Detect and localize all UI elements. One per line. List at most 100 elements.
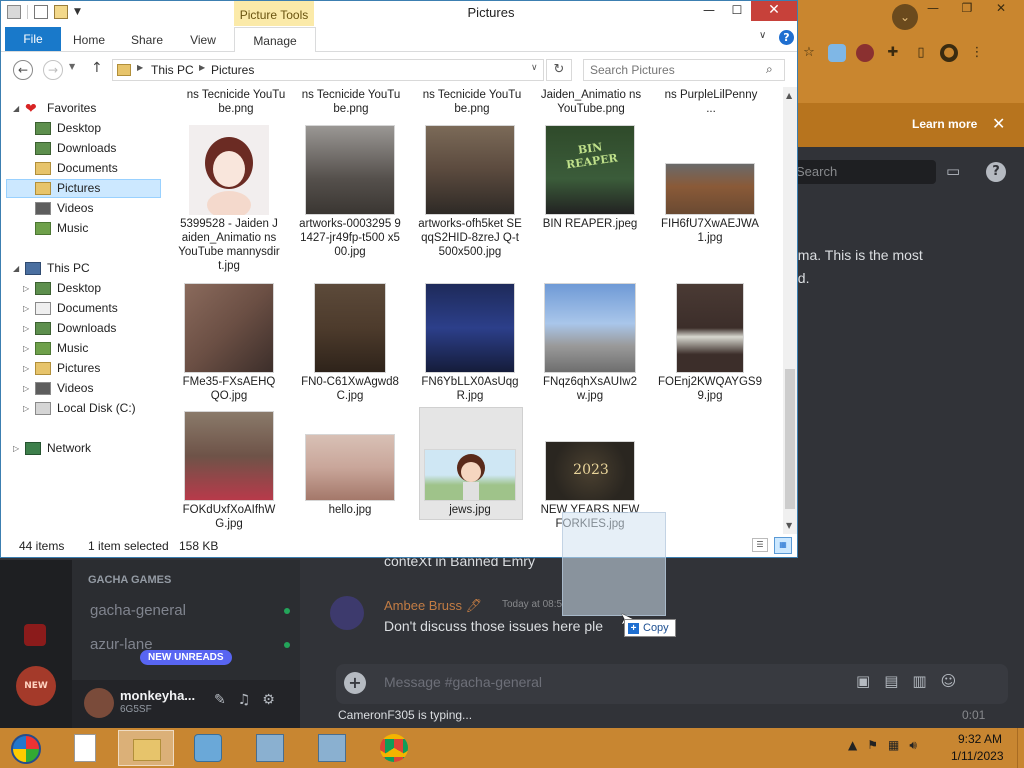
puzzle-icon[interactable]: ✚ — [884, 44, 902, 62]
banner-close-icon[interactable]: ✕ — [992, 114, 1005, 133]
file-item[interactable]: jews.jpg — [418, 409, 522, 529]
browser-tab-menu-icon[interactable]: ⌄ — [892, 4, 918, 30]
start-button[interactable] — [8, 731, 44, 765]
collapsed-caret-icon[interactable]: ▷ — [13, 444, 23, 453]
sticker-icon[interactable]: ▥ — [912, 672, 926, 690]
tab-file[interactable]: File — [5, 27, 61, 51]
sidepanel-icon[interactable]: ▯ — [912, 44, 930, 62]
refresh-button[interactable]: ↻ — [546, 59, 572, 81]
file-item[interactable]: FOEnj2KWQAYGS9 9.jpg — [658, 281, 762, 402]
taskbar-remote-app-1[interactable] — [242, 730, 298, 766]
nav-fav-documents[interactable]: Documents — [35, 159, 118, 177]
message-author[interactable]: Ambee Bruss 🖊 — [384, 598, 482, 614]
file-item[interactable]: 5399528 - Jaiden Jaiden_Animatio ns YouT… — [177, 123, 281, 273]
nav-fav-desktop[interactable]: Desktop — [35, 119, 101, 137]
help-icon[interactable]: ? — [779, 30, 794, 45]
collapsed-caret-icon[interactable]: ▷ — [23, 404, 33, 413]
collapsed-caret-icon[interactable]: ▷ — [23, 324, 33, 333]
gift-icon[interactable]: ▣ — [856, 672, 870, 690]
expand-caret-icon[interactable]: ◢ — [13, 104, 23, 113]
vertical-scrollbar[interactable]: ▲ ▼ — [783, 87, 797, 534]
attach-plus-icon[interactable]: + — [344, 672, 366, 694]
search-input[interactable] — [590, 63, 750, 77]
emoji-icon[interactable]: ☺ — [941, 672, 957, 690]
browser-close-icon[interactable]: ✕ — [984, 0, 1018, 18]
discord-search-input[interactable]: Search — [790, 160, 936, 184]
close-button[interactable]: ✕ — [751, 1, 797, 21]
nav-network[interactable]: ▷ Network — [13, 439, 91, 457]
scroll-up-icon[interactable]: ▲ — [786, 91, 792, 100]
collapsed-caret-icon[interactable]: ▷ — [23, 364, 33, 373]
file-item[interactable]: FMe35-FXsAEHQ QO.jpg — [177, 281, 281, 402]
file-item[interactable]: hello.jpg — [298, 409, 402, 529]
nav-fav-downloads[interactable]: Downloads — [35, 139, 116, 157]
file-name[interactable]: Jaiden_Animatio ns YouTube.png — [539, 88, 643, 116]
file-name[interactable]: ns PurpleLilPenny ... — [659, 88, 763, 116]
collapsed-caret-icon[interactable]: ▷ — [23, 384, 33, 393]
maximize-button[interactable]: ☐ — [723, 1, 751, 21]
taskbar-network-app[interactable] — [180, 730, 236, 766]
nav-this-pc[interactable]: ◢ This PC — [13, 259, 90, 277]
tab-view[interactable]: View — [181, 27, 225, 51]
clock-date[interactable]: 1/11/2023 — [951, 749, 1004, 763]
breadcrumb-this-pc[interactable]: This PC — [151, 63, 194, 77]
nav-fav-pictures[interactable]: Pictures — [35, 179, 100, 197]
headphones-icon[interactable]: ♫ — [238, 692, 251, 708]
file-item[interactable]: FIH6fU7XwAEJWA 1.jpg — [658, 123, 762, 273]
server-icon[interactable] — [24, 624, 46, 646]
nav-favorites[interactable]: ◢ ❤ Favorites — [13, 99, 96, 117]
file-item[interactable]: artworks-ofh5ket SEqqS2HID-8zreJ Q-t500x… — [418, 123, 522, 273]
star-icon[interactable]: ☆ — [800, 44, 818, 62]
tab-home[interactable]: Home — [65, 27, 113, 51]
gif-icon[interactable]: ▤ — [884, 672, 898, 690]
file-name[interactable]: ns Tecnicide YouTube.png — [184, 88, 288, 116]
chevron-right-icon[interactable]: ▶ — [137, 63, 143, 72]
file-name[interactable]: ns Tecnicide YouTube.png — [299, 88, 403, 116]
tab-manage[interactable]: Manage — [234, 27, 316, 52]
avatar[interactable] — [84, 688, 114, 718]
address-bar[interactable]: ▶ This PC ▶ Pictures ∨ — [112, 59, 544, 81]
minimize-button[interactable]: — — [695, 1, 723, 21]
extension-flag-icon[interactable] — [828, 44, 846, 62]
new-unreads-pill[interactable]: NEW UNREADS — [140, 650, 232, 665]
taskbar-remote-app-2[interactable] — [304, 730, 360, 766]
file-item[interactable]: FN0-C61XwAgwd8 C.jpg — [298, 281, 402, 402]
new-folder-icon[interactable] — [54, 5, 68, 19]
file-list[interactable]: ns Tecnicide YouTube.png ns Tecnicide Yo… — [173, 87, 783, 534]
properties-icon[interactable] — [34, 5, 48, 19]
server-badge[interactable]: NEW — [16, 666, 56, 706]
search-icon[interactable]: ⌕ — [766, 62, 773, 77]
volume-icon[interactable]: 🔊︎ — [909, 738, 917, 753]
channel-category[interactable]: GACHA GAMES — [88, 574, 171, 586]
title-bar[interactable]: ▼ Picture Tools Pictures — ☐ ✕ — [1, 1, 797, 26]
mic-icon[interactable]: ✎ — [214, 692, 226, 708]
file-item[interactable]: FOKdUxfXoAIfhW G.jpg — [177, 409, 281, 530]
expand-ribbon-icon[interactable]: ∨ — [759, 30, 766, 41]
nav-pc-music[interactable]: ▷ Music — [23, 339, 88, 357]
address-dropdown-icon[interactable]: ∨ — [531, 63, 538, 73]
kebab-menu-icon[interactable]: ⋮ — [968, 44, 986, 62]
recent-locations-icon[interactable]: ▼ — [69, 62, 75, 71]
tray-expand-icon[interactable]: ▲ — [848, 738, 857, 753]
folder-app-icon[interactable] — [7, 5, 21, 19]
taskbar-notepad[interactable] — [58, 730, 114, 766]
nav-pc-local-disk[interactable]: ▷ Local Disk (C:) — [23, 399, 136, 417]
taskbar-chrome[interactable] — [366, 730, 422, 766]
large-icons-view-icon[interactable]: ▦ — [774, 537, 792, 554]
collapsed-caret-icon[interactable]: ▷ — [23, 344, 33, 353]
flag-icon[interactable]: ⚑ — [867, 738, 878, 753]
taskbar-file-explorer[interactable] — [118, 730, 174, 766]
nav-pc-pictures[interactable]: ▷ Pictures — [23, 359, 100, 377]
nav-pc-downloads[interactable]: ▷ Downloads — [23, 319, 116, 337]
expand-caret-icon[interactable]: ◢ — [13, 264, 23, 273]
network-icon[interactable]: ▦ — [888, 738, 899, 753]
collapsed-caret-icon[interactable]: ▷ — [23, 304, 33, 313]
file-item[interactable]: 2023 NEW YEARS NEW FORKIES.jpg — [538, 409, 642, 530]
nav-fav-music[interactable]: Music — [35, 219, 88, 237]
chevron-right-icon[interactable]: ▶ — [199, 63, 205, 72]
learn-more-link[interactable]: Learn more — [912, 117, 977, 131]
back-button[interactable]: ← — [13, 60, 33, 80]
inbox-icon[interactable]: ▭ — [946, 162, 960, 180]
settings-gear-icon[interactable]: ⚙ — [262, 692, 275, 708]
nav-fav-videos[interactable]: Videos — [35, 199, 93, 217]
